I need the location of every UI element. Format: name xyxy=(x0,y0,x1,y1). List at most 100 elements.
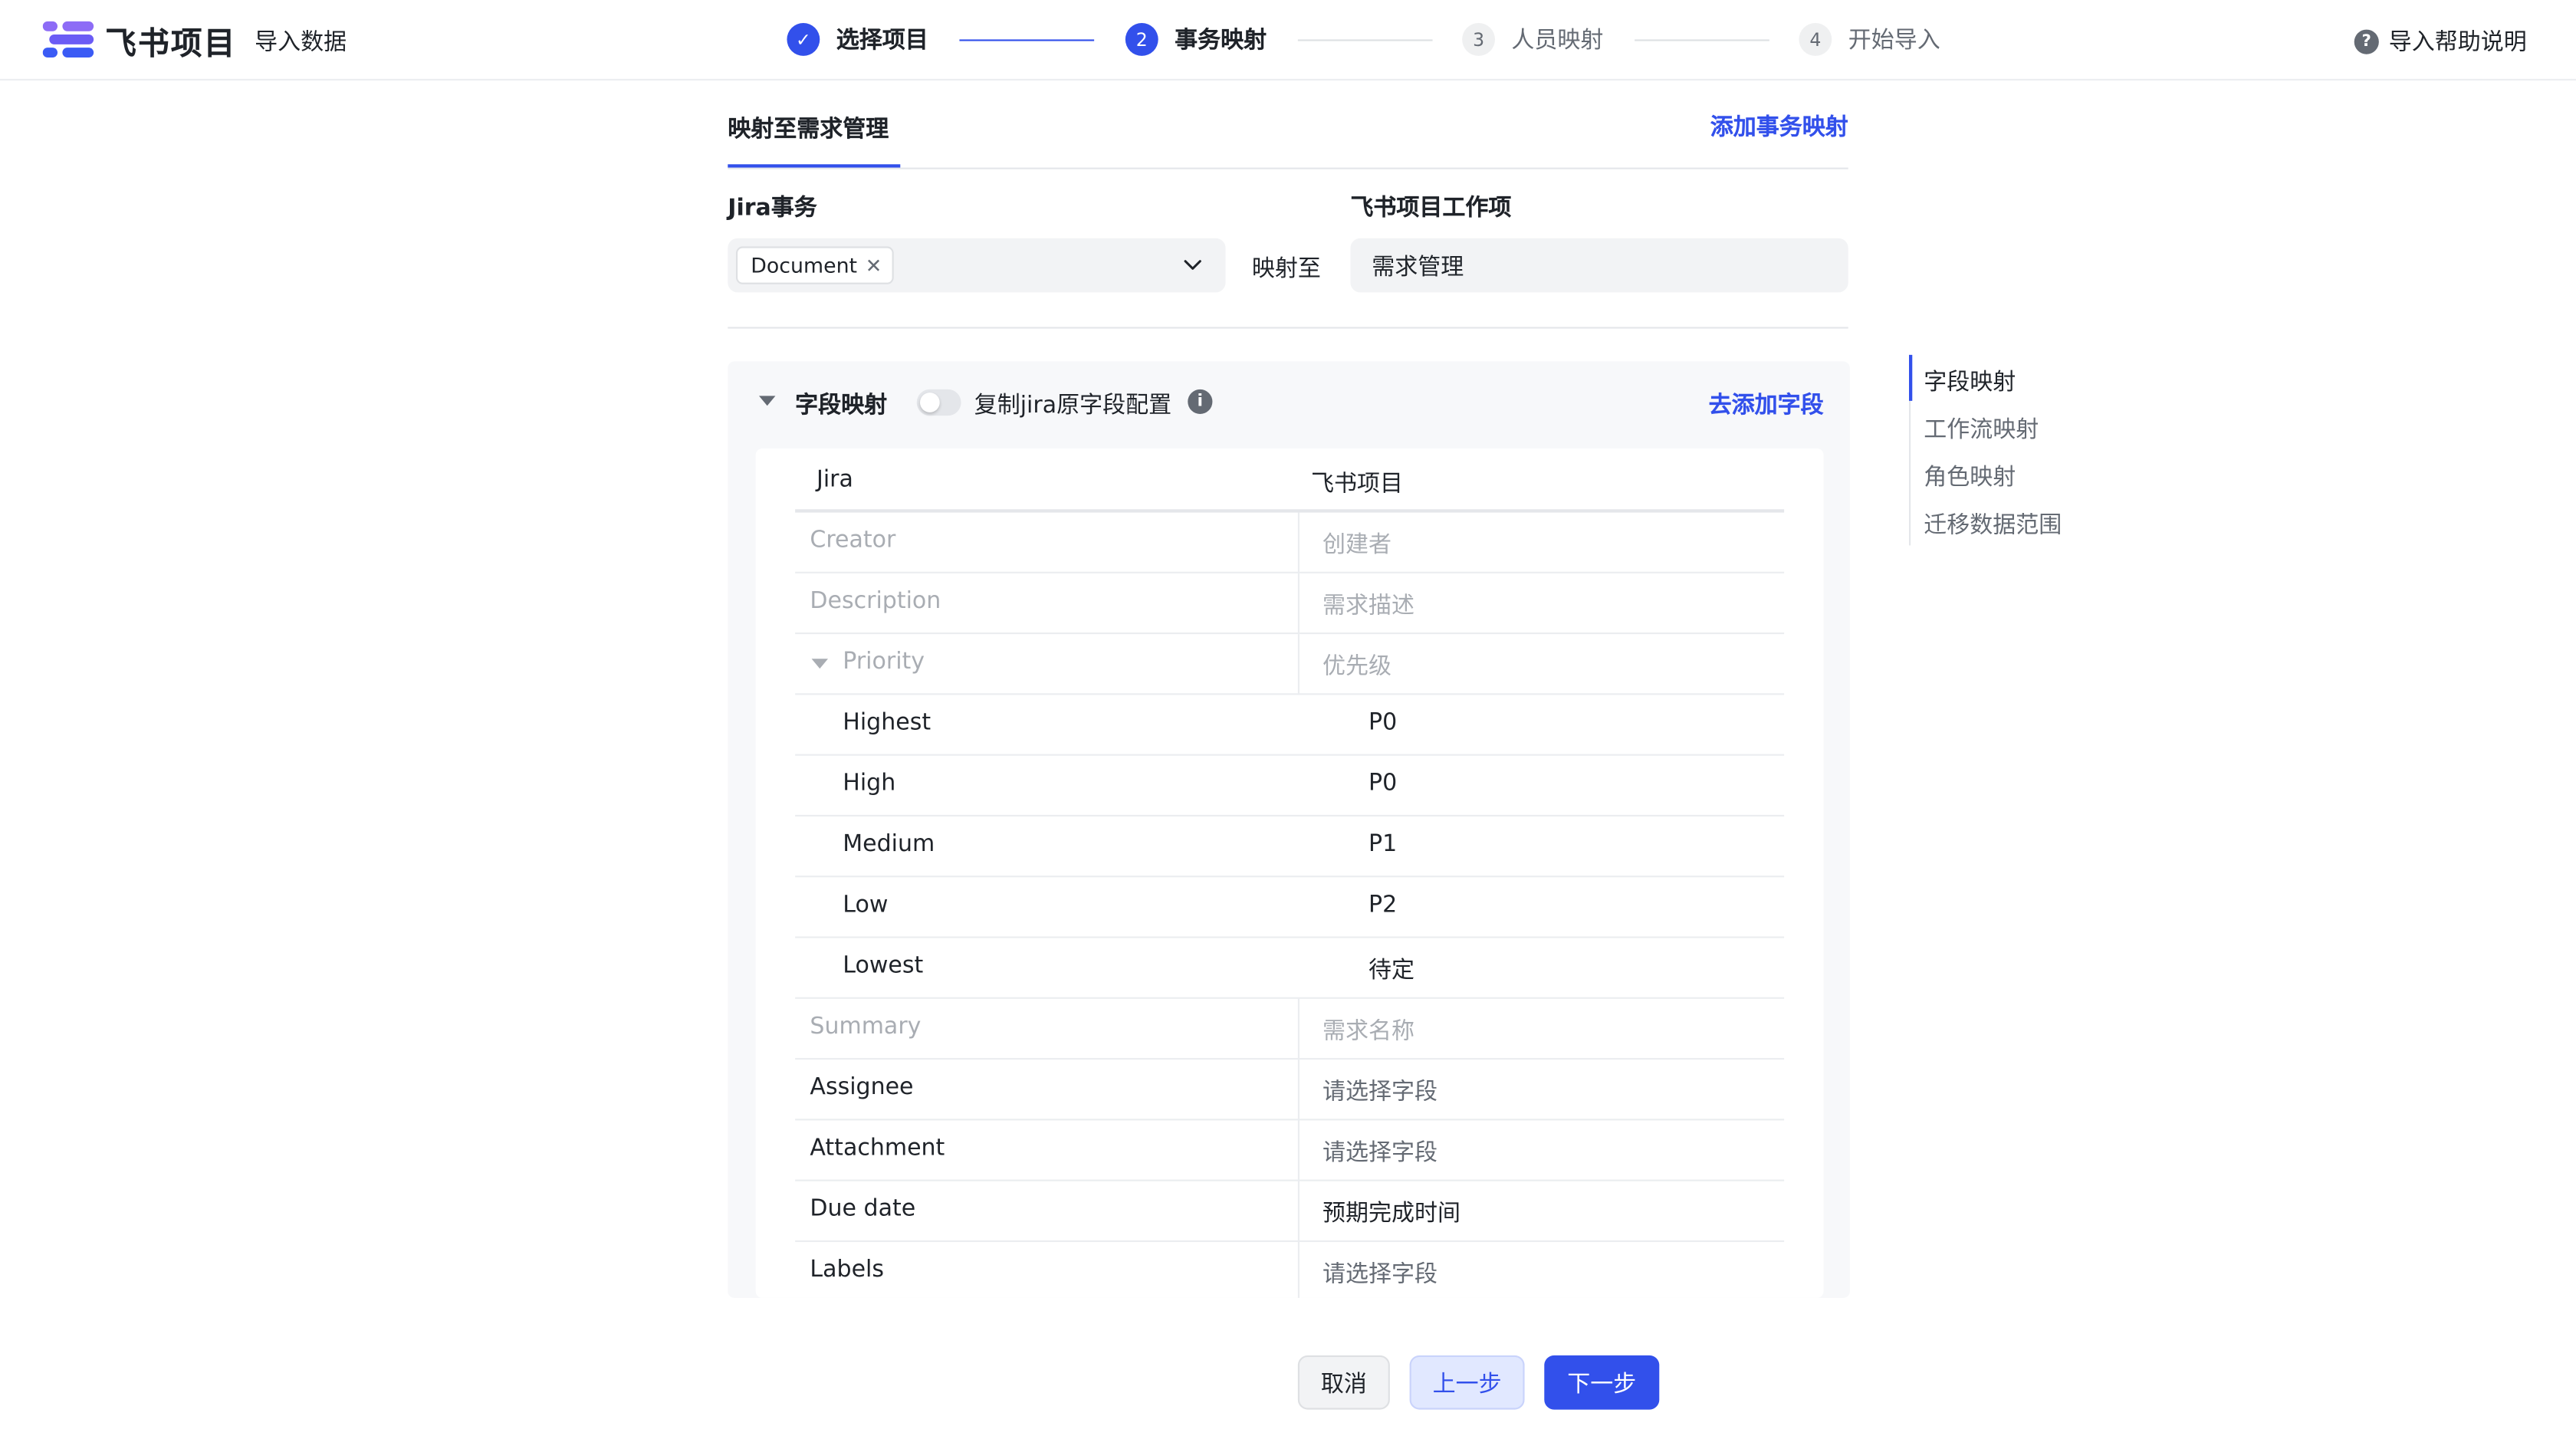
column-divider xyxy=(1297,1120,1300,1181)
column-header-jira: Jira xyxy=(816,466,853,493)
anchor-active-indicator xyxy=(1909,354,1913,401)
jira-field-cell: Highest xyxy=(843,709,932,736)
table-row[interactable]: Highest P0 xyxy=(795,695,1785,756)
table-row[interactable]: Labels 请选择字段 xyxy=(795,1242,1784,1298)
table-row[interactable]: High P0 xyxy=(795,756,1785,816)
chip-label: Document xyxy=(751,253,858,278)
anchor-item[interactable]: 工作流映射 xyxy=(1924,412,2039,445)
anchor-item[interactable]: 字段映射 xyxy=(1924,365,2016,398)
jira-field-cell: Labels xyxy=(810,1257,884,1283)
feishu-field-cell: 需求名称 xyxy=(1322,1018,1414,1045)
column-divider xyxy=(1297,634,1300,695)
copy-jira-config-toggle[interactable] xyxy=(916,389,961,416)
jira-field-cell: High xyxy=(843,770,896,797)
column-header-feishu: 飞书项目 xyxy=(1311,472,1403,498)
feishu-field-cell: 优先级 xyxy=(1322,653,1392,681)
feishu-field-cell[interactable]: 请选择字段 xyxy=(1322,1074,1438,1107)
add-issue-mapping-link[interactable]: 添加事务映射 xyxy=(1710,110,1848,143)
feishu-field-cell: P2 xyxy=(1368,892,1398,918)
cancel-button[interactable]: 取消 xyxy=(1297,1355,1390,1410)
info-icon[interactable]: i xyxy=(1188,389,1213,414)
table-row[interactable]: Summary 需求名称 xyxy=(795,998,1785,1060)
jira-issue-label: Jira事务 xyxy=(728,195,817,222)
table-row[interactable]: Attachment 请选择字段 xyxy=(795,1120,1785,1181)
feishu-project-logo-icon xyxy=(42,21,94,58)
target-work-item-field: 需求管理 xyxy=(1350,238,1848,293)
jira-issue-select[interactable]: Document ✕ xyxy=(728,238,1226,293)
collapse-arrow-icon[interactable] xyxy=(758,396,776,406)
jira-field-cell: Attachment xyxy=(810,1135,945,1162)
field-mapping-title: 字段映射 xyxy=(795,393,888,419)
step-connector xyxy=(1635,39,1769,41)
column-divider xyxy=(1297,1181,1300,1242)
step-label: 开始导入 xyxy=(1848,28,1940,54)
feishu-field-cell: 创建者 xyxy=(1322,532,1392,559)
step-label: 事务映射 xyxy=(1175,28,1267,54)
feishu-field-cell: P0 xyxy=(1368,770,1398,797)
step-number: 4 xyxy=(1799,23,1832,56)
jira-field-cell: Medium xyxy=(843,831,935,858)
jira-field-cell: Description xyxy=(810,588,941,615)
feishu-field-cell: P1 xyxy=(1368,831,1398,858)
field-mapping-table: Jira 飞书项目 Creator 创建者 Description 需求描述 Prior… xyxy=(755,449,1824,1298)
step-label: 选择项目 xyxy=(836,28,928,54)
column-divider xyxy=(1297,573,1300,635)
table-row[interactable]: Description 需求描述 xyxy=(795,573,1785,635)
mapping-tab-bar: 映射至需求管理 添加事务映射 xyxy=(728,99,1848,169)
step-select-project: ✓ 选择项目 xyxy=(787,21,928,58)
page-title: 导入数据 xyxy=(255,29,347,56)
step-member-mapping: 3 人员映射 xyxy=(1462,21,1603,58)
column-divider xyxy=(1297,1242,1300,1298)
column-divider xyxy=(1297,512,1300,573)
feishu-field-cell[interactable]: 请选择字段 xyxy=(1322,1135,1438,1168)
jira-field-cell: Due date xyxy=(810,1196,916,1223)
field-mapping-panel: 字段映射 复制jira原字段配置 i 去添加字段 Jira 飞书项目 Creat… xyxy=(728,361,1850,1298)
step-number: 3 xyxy=(1462,23,1495,56)
next-step-button[interactable]: 下一步 xyxy=(1544,1355,1660,1410)
table-row[interactable]: Medium P1 xyxy=(795,816,1785,878)
anchor-item[interactable]: 角色映射 xyxy=(1924,460,2016,493)
section-anchor-nav: 字段映射工作流映射角色映射迁移数据范围 xyxy=(1909,354,2106,546)
jira-field-cell: Priority xyxy=(843,649,925,675)
table-row[interactable]: Priority 优先级 xyxy=(795,634,1785,695)
table-row[interactable]: Creator 创建者 xyxy=(795,512,1785,573)
feishu-field-cell: 需求描述 xyxy=(1322,593,1414,619)
table-row[interactable]: Lowest 待定 xyxy=(795,938,1785,999)
feishu-work-item-label: 飞书项目工作项 xyxy=(1350,195,1512,222)
step-number: 2 xyxy=(1125,23,1158,56)
copy-jira-config-label: 复制jira原字段配置 xyxy=(974,393,1172,419)
feishu-field-cell: 待定 xyxy=(1368,958,1414,984)
table-row[interactable]: Low P2 xyxy=(795,877,1785,938)
jira-field-cell: Summary xyxy=(810,1014,922,1040)
help-icon: ? xyxy=(2354,28,2379,54)
selected-issue-chip: Document ✕ xyxy=(736,246,894,284)
jira-field-cell: Low xyxy=(843,892,889,918)
step-issue-mapping: 2 事务映射 xyxy=(1125,21,1267,58)
feishu-field-cell[interactable]: 预期完成时间 xyxy=(1322,1196,1460,1229)
brand-name: 飞书项目 xyxy=(105,26,237,63)
step-connector xyxy=(1297,39,1433,41)
tab-map-to-requirements[interactable]: 映射至需求管理 xyxy=(728,112,889,145)
expand-arrow-icon[interactable] xyxy=(811,659,828,669)
jira-field-cell: Lowest xyxy=(843,952,924,980)
anchor-item[interactable]: 迁移数据范围 xyxy=(1924,508,2062,540)
active-tab-indicator xyxy=(728,164,901,168)
toggle-knob xyxy=(920,393,940,412)
import-help-link[interactable]: ? 导入帮助说明 xyxy=(2354,25,2527,58)
table-row[interactable]: Due date 预期完成时间 xyxy=(795,1181,1785,1242)
feishu-field-cell: P0 xyxy=(1368,709,1398,736)
jira-field-cell: Assignee xyxy=(810,1074,914,1101)
top-header: 飞书项目 导入数据 ✓ 选择项目 2 事务映射 3 人员映射 4 开始导入 ? … xyxy=(0,0,2576,80)
feishu-field-cell[interactable]: 请选择字段 xyxy=(1322,1257,1438,1290)
close-icon[interactable]: ✕ xyxy=(866,254,882,277)
previous-step-button[interactable]: 上一步 xyxy=(1409,1355,1525,1410)
map-to-label: 映射至 xyxy=(1251,256,1321,283)
chevron-down-icon[interactable] xyxy=(1183,255,1203,274)
column-divider xyxy=(1297,1060,1300,1121)
section-divider xyxy=(728,327,1848,329)
jira-field-cell: Creator xyxy=(810,527,896,554)
table-row[interactable]: Assignee 请选择字段 xyxy=(795,1060,1785,1121)
add-field-link[interactable]: 去添加字段 xyxy=(1709,388,1824,421)
column-divider xyxy=(1297,998,1300,1060)
help-label: 导入帮助说明 xyxy=(2388,29,2527,56)
